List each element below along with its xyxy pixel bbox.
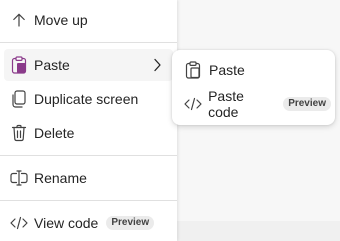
menu-separator xyxy=(0,200,177,201)
submenu-item-label: Paste xyxy=(209,62,245,78)
clipboard-icon xyxy=(8,56,30,74)
menu-item-label: Rename xyxy=(34,170,87,186)
menu-item-label: Paste xyxy=(34,57,70,73)
arrow-up-icon xyxy=(8,12,30,28)
chevron-right-icon xyxy=(151,58,163,72)
menu-item-rename[interactable]: Rename xyxy=(4,162,173,194)
menu-item-label: Delete xyxy=(34,125,75,141)
context-menu: Move up Paste Duplicate screen Delete Re… xyxy=(0,0,177,241)
menu-item-delete[interactable]: Delete xyxy=(4,117,173,149)
preview-badge: Preview xyxy=(106,216,155,230)
menu-item-view-code[interactable]: View code Preview xyxy=(4,207,173,239)
canvas-bottom-strip xyxy=(177,221,340,241)
submenu-item-paste[interactable]: Paste xyxy=(176,54,331,86)
clipboard-icon xyxy=(182,61,204,79)
submenu-item-label: Paste code xyxy=(208,88,244,120)
submenu-item-paste-code[interactable]: Paste code Preview xyxy=(176,88,331,120)
trash-icon xyxy=(8,124,30,142)
rename-icon xyxy=(8,170,30,186)
copy-icon xyxy=(8,90,30,108)
code-icon xyxy=(8,216,30,230)
menu-item-move-up[interactable]: Move up xyxy=(4,4,173,36)
menu-item-label: View code xyxy=(34,215,99,231)
paste-submenu: Paste Paste code Preview xyxy=(172,50,335,125)
menu-separator xyxy=(0,155,177,156)
code-icon xyxy=(182,97,203,111)
menu-item-label: Duplicate screen xyxy=(34,91,139,107)
menu-item-label: Move up xyxy=(34,12,88,28)
preview-badge: Preview xyxy=(283,97,331,111)
menu-separator xyxy=(0,42,177,43)
menu-item-paste[interactable]: Paste xyxy=(4,49,173,81)
menu-item-duplicate-screen[interactable]: Duplicate screen xyxy=(4,83,173,115)
